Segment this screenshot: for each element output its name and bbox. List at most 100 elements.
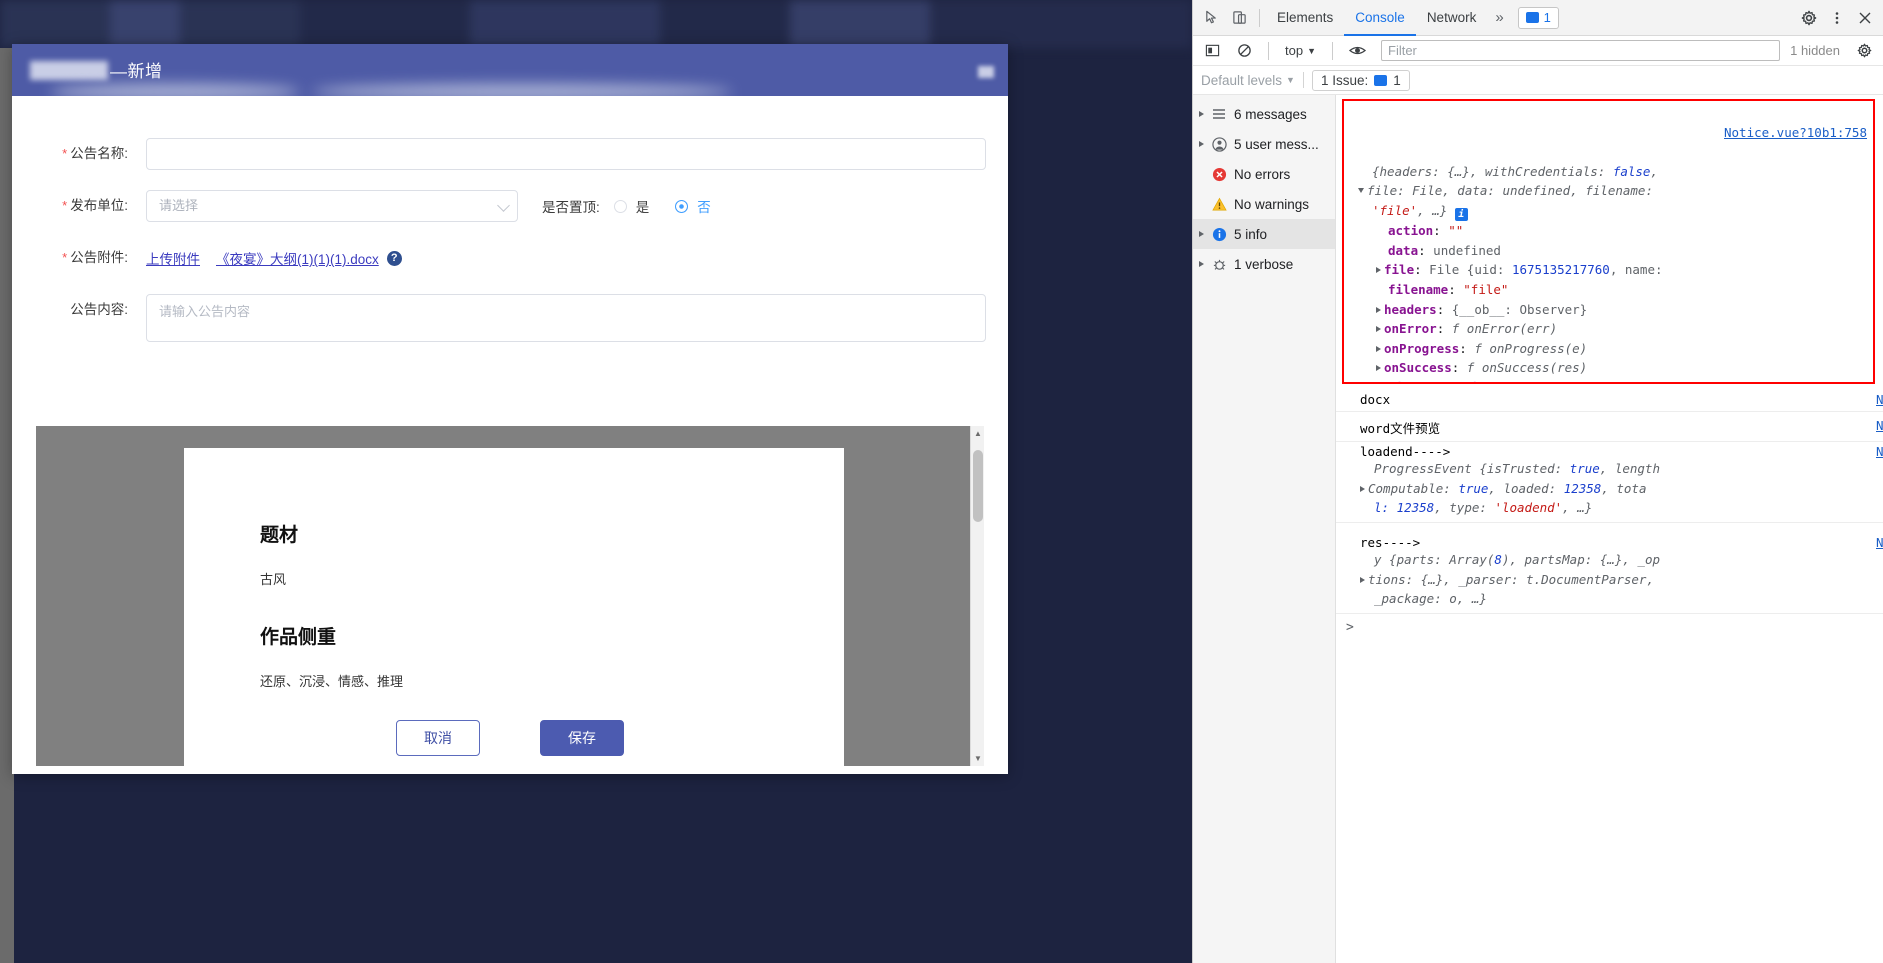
notice-content-textarea[interactable]: 请输入公告内容 xyxy=(146,294,986,342)
source-link[interactable]: Notice.vue?10b1:758 xyxy=(1724,123,1867,143)
toolbar-divider xyxy=(1332,41,1333,60)
notice-name-input[interactable] xyxy=(146,138,986,170)
error-icon xyxy=(1211,166,1227,182)
issues-label: 1 Issue: xyxy=(1320,72,1369,88)
field-row-publish-unit: * 发布单位: 请选择 xyxy=(36,190,518,222)
attachment-controls: 上传附件 《夜宴》大纲(1)(1)(1).docx ? xyxy=(146,242,402,274)
source-link[interactable]: Notice.vue?10b1:769 xyxy=(1876,392,1883,407)
sidebar-item-messages[interactable]: 6 messages xyxy=(1193,99,1335,129)
expand-triangle-icon[interactable] xyxy=(1376,326,1381,333)
upload-attachment-link[interactable]: 上传附件 xyxy=(146,248,200,268)
field-row-is-top: 是否置顶: 是 否 xyxy=(542,190,737,222)
expand-triangle-icon[interactable] xyxy=(1376,306,1381,313)
required-star-icon: * xyxy=(62,146,68,161)
console-log-row: docx Notice.vue?10b1:769 xyxy=(1336,389,1883,412)
log-line: action: "" xyxy=(1388,223,1464,239)
scrollbar-thumb[interactable] xyxy=(973,450,983,522)
doc-paragraph-1: 古风 xyxy=(260,573,287,588)
issues-counter-chip[interactable]: 1 xyxy=(1517,6,1559,29)
log-detail-line: l: 12358, type: 'loadend', …} xyxy=(1374,500,1593,516)
eye-icon[interactable] xyxy=(1343,37,1371,65)
warning-icon xyxy=(1211,196,1227,212)
sidebar-item-label: 5 info xyxy=(1234,226,1268,242)
log-line: file: File, data: undefined, filename: xyxy=(1350,181,1867,201)
is-top-radio-group: 是否置顶: 是 否 xyxy=(542,190,737,222)
sidebar-item-warnings[interactable]: No warnings xyxy=(1193,189,1335,219)
notice-create-dialog: —新增 * 公告名称: * 发布单位: 请选择 是否置顶: 是 否 * 公告附件… xyxy=(12,44,1008,774)
dialog-footer: 取消 保存 xyxy=(12,720,1008,756)
sidebar-item-user-messages[interactable]: 5 user mess... xyxy=(1193,129,1335,159)
expand-triangle-icon[interactable] xyxy=(1199,111,1204,117)
scroll-up-arrow-icon[interactable]: ▲ xyxy=(971,426,984,441)
collapse-triangle-icon[interactable] xyxy=(1358,188,1364,194)
publish-unit-placeholder: 请选择 xyxy=(159,198,199,213)
label-notice-content-text: 公告内容: xyxy=(70,302,128,317)
question-mark-icon[interactable]: ? xyxy=(386,250,402,266)
save-button[interactable]: 保存 xyxy=(540,720,624,756)
close-icon[interactable] xyxy=(1851,4,1879,32)
verbose-icon xyxy=(1211,256,1227,272)
inspect-element-icon[interactable] xyxy=(1197,4,1225,32)
kebab-menu-icon[interactable] xyxy=(1823,4,1851,32)
more-tabs-icon[interactable]: » xyxy=(1487,9,1511,26)
source-link[interactable]: Notice.vue?10b1:786 xyxy=(1876,418,1883,433)
expand-triangle-icon[interactable] xyxy=(1199,231,1204,237)
console-level-bar: Default levels ▼ 1 Issue: 1 xyxy=(1193,66,1883,95)
prompt-chevron-icon: > xyxy=(1346,619,1354,635)
preview-scrollbar[interactable]: ▲ ▼ xyxy=(970,426,984,766)
expand-triangle-icon[interactable] xyxy=(1199,261,1204,267)
default-levels-label: Default levels xyxy=(1201,72,1283,88)
console-sidebar-toggle-icon[interactable] xyxy=(1198,37,1226,65)
required-star-icon: * xyxy=(62,250,68,265)
source-link[interactable]: Notice.vue?10b1:754 xyxy=(1876,535,1883,550)
execution-context-value: top xyxy=(1285,43,1304,58)
expand-triangle-icon[interactable] xyxy=(1376,345,1381,352)
sidebar-item-label: No errors xyxy=(1234,166,1291,182)
expand-triangle-icon[interactable] xyxy=(1199,141,1204,147)
redacted-title-block xyxy=(30,61,108,80)
web-page-pane: —新增 * 公告名称: * 发布单位: 请选择 是否置顶: 是 否 * 公告附件… xyxy=(0,0,1192,963)
execution-context-select[interactable]: top ▼ xyxy=(1279,43,1322,58)
expand-triangle-icon[interactable] xyxy=(1376,267,1381,274)
issues-bar-chip[interactable]: 1 Issue: 1 xyxy=(1311,69,1410,91)
doc-heading-2: 作品侧重 xyxy=(260,626,337,648)
expand-triangle-icon[interactable] xyxy=(1376,365,1381,372)
radio-is-top-no[interactable]: 否 xyxy=(675,196,711,216)
clear-console-icon[interactable] xyxy=(1230,37,1258,65)
console-log-row: loadend----> Notice.vue?10b1:797 Progres… xyxy=(1336,441,1883,523)
blurred-background-bar xyxy=(0,0,1192,48)
sidebar-item-verbose[interactable]: 1 verbose xyxy=(1193,249,1335,279)
attached-file-link[interactable]: 《夜宴》大纲(1)(1)(1).docx xyxy=(216,248,379,268)
expand-triangle-icon xyxy=(1199,171,1204,177)
dialog-body: * 公告名称: * 发布单位: 请选择 是否置顶: 是 否 * 公告附件: 上传… xyxy=(12,96,1008,774)
gear-icon[interactable] xyxy=(1795,4,1823,32)
log-detail-line: ProgressEvent {isTrusted: true, length xyxy=(1374,461,1660,476)
publish-unit-select[interactable]: 请选择 xyxy=(146,190,518,222)
sidebar-item-errors[interactable]: No errors xyxy=(1193,159,1335,189)
log-message-text: word文件预览 xyxy=(1360,421,1441,436)
label-notice-name-text: 公告名称: xyxy=(70,146,128,161)
device-toolbar-icon[interactable] xyxy=(1225,4,1253,32)
cancel-button[interactable]: 取消 xyxy=(396,720,480,756)
issues-count: 1 xyxy=(1393,72,1401,88)
default-levels-dropdown[interactable]: Default levels ▼ xyxy=(1201,73,1295,88)
filter-input[interactable]: Filter xyxy=(1381,40,1781,61)
field-row-attachment: * 公告附件: 上传附件 《夜宴》大纲(1)(1)(1).docx ? xyxy=(36,242,402,274)
expand-triangle-icon xyxy=(1199,201,1204,207)
tab-console[interactable]: Console xyxy=(1344,0,1416,36)
log-detail-line: y {parts: Array(8), partsMap: {…}, _op xyxy=(1374,552,1660,567)
expand-triangle-icon[interactable] xyxy=(1360,485,1365,492)
radio-is-top-yes[interactable]: 是 xyxy=(613,196,649,216)
source-link[interactable]: Notice.vue?10b1:797 xyxy=(1876,444,1883,459)
expand-triangle-icon[interactable] xyxy=(1360,576,1365,583)
sidebar-item-info[interactable]: 5 info xyxy=(1193,219,1335,249)
sidebar-item-label: 1 verbose xyxy=(1234,256,1294,272)
console-settings-gear-icon[interactable] xyxy=(1850,37,1878,65)
tab-network[interactable]: Network xyxy=(1416,0,1488,36)
dialog-title-suffix: —新增 xyxy=(110,62,163,81)
devtools-tabbar: Elements Console Network » 1 xyxy=(1193,0,1883,36)
console-toolbar: top ▼ Filter 1 hidden xyxy=(1193,36,1883,66)
hidden-messages-count: 1 hidden xyxy=(1790,43,1840,58)
console-prompt-row[interactable]: > xyxy=(1336,615,1883,639)
tab-elements[interactable]: Elements xyxy=(1266,0,1344,36)
